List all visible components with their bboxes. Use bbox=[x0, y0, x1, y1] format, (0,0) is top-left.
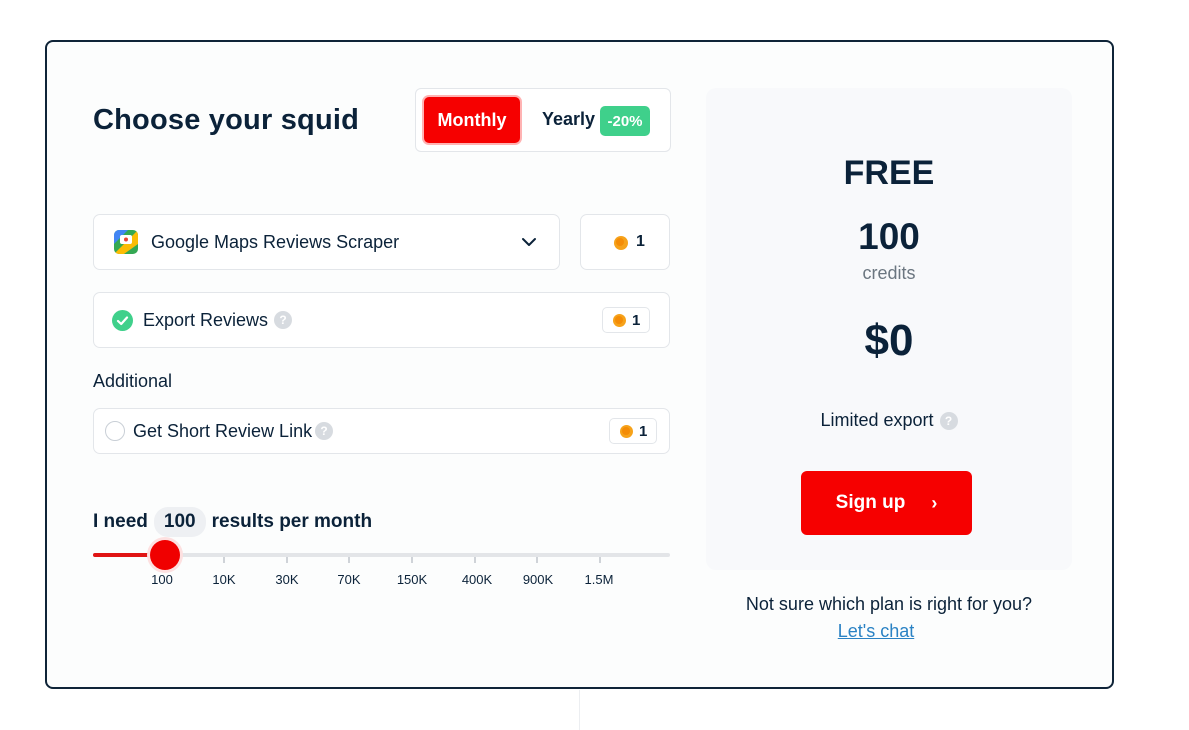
feature-export-reviews[interactable]: Export Reviews ? 1 bbox=[93, 292, 670, 348]
slider-tick-label[interactable]: 900K bbox=[523, 572, 553, 587]
unchecked-radio-icon[interactable] bbox=[105, 421, 125, 441]
google-maps-icon bbox=[114, 230, 138, 254]
billing-toggle: Monthly Yearly -20% bbox=[415, 88, 671, 152]
volume-value: 100 bbox=[153, 507, 206, 537]
chevron-down-icon[interactable] bbox=[520, 233, 538, 251]
plan-price: $0 bbox=[864, 316, 914, 365]
volume-suffix: results per month bbox=[211, 511, 373, 532]
slider-tick-label[interactable]: 400K bbox=[462, 572, 492, 587]
slider-tick bbox=[223, 557, 225, 563]
additional-heading: Additional bbox=[93, 371, 173, 391]
sign-up-label: Sign up bbox=[835, 492, 906, 513]
results-volume-label: I need 100 results per month bbox=[93, 507, 372, 537]
pricing-card: Choose your squid Monthly Yearly -20% Go… bbox=[45, 40, 1114, 689]
feature-credit-value: 1 bbox=[632, 312, 641, 329]
slider-tick-label[interactable]: 30K bbox=[275, 572, 298, 587]
slider-tick-label[interactable]: 70K bbox=[337, 572, 360, 587]
slider-tick-label[interactable]: 150K bbox=[397, 572, 427, 587]
slider-tick bbox=[599, 557, 601, 563]
monthly-toggle-button[interactable]: Monthly bbox=[424, 97, 520, 143]
help-icon[interactable]: ? bbox=[315, 422, 333, 440]
help-icon[interactable]: ? bbox=[274, 311, 292, 329]
slider-tick bbox=[474, 557, 476, 563]
plan-export-note-text: Limited export bbox=[820, 410, 934, 430]
check-circle-icon[interactable] bbox=[112, 310, 133, 331]
coin-icon bbox=[620, 425, 633, 438]
yearly-toggle-button[interactable]: Yearly bbox=[542, 109, 595, 130]
plan-export-note: Limited export? bbox=[706, 410, 1072, 431]
plan-summary-panel: FREE 100 credits $0 Limited export? Sign… bbox=[706, 88, 1072, 570]
addon-credit-value: 1 bbox=[639, 423, 648, 440]
coin-icon bbox=[614, 236, 628, 250]
scraper-credit-value: 1 bbox=[636, 233, 645, 250]
slider-tick bbox=[536, 557, 538, 563]
slider-tick bbox=[348, 557, 350, 563]
page-title: Choose your squid bbox=[93, 104, 360, 136]
slider-tick-label[interactable]: 1.5M bbox=[585, 572, 614, 587]
volume-prefix: I need bbox=[93, 511, 148, 532]
sign-up-button[interactable]: Sign up › bbox=[801, 471, 972, 535]
slider-thumb[interactable] bbox=[150, 540, 180, 570]
feature-credit-cost: 1 bbox=[602, 307, 650, 333]
lets-chat-link[interactable]: Let's chat bbox=[706, 621, 1046, 642]
addon-label: Get Short Review Link bbox=[133, 421, 313, 441]
slider-tick-label[interactable]: 100 bbox=[151, 572, 173, 587]
plan-credits-unit: credits bbox=[862, 263, 916, 283]
scraper-credit-cost: 1 bbox=[580, 214, 670, 270]
addon-credit-cost: 1 bbox=[609, 418, 657, 444]
chevron-right-icon: › bbox=[931, 492, 938, 513]
slider-tick bbox=[411, 557, 413, 563]
divider-line bbox=[579, 690, 580, 730]
plan-credits-amount: 100 bbox=[858, 216, 920, 257]
scraper-select[interactable]: Google Maps Reviews Scraper bbox=[93, 214, 560, 270]
plan-tier: FREE bbox=[843, 154, 935, 192]
plan-help-question: Not sure which plan is right for you? bbox=[745, 594, 1033, 614]
feature-label: Export Reviews bbox=[143, 310, 269, 330]
results-slider[interactable]: 100 10K 30K 70K 150K 400K 900K 1.5M bbox=[93, 540, 670, 592]
coin-icon bbox=[613, 314, 626, 327]
addon-short-review-link[interactable]: Get Short Review Link ? 1 bbox=[93, 408, 670, 454]
slider-tick-label[interactable]: 10K bbox=[212, 572, 235, 587]
help-icon[interactable]: ? bbox=[939, 412, 958, 431]
scraper-select-value: Google Maps Reviews Scraper bbox=[151, 232, 400, 252]
yearly-discount-badge: -20% bbox=[600, 106, 650, 136]
slider-tick bbox=[286, 557, 288, 563]
